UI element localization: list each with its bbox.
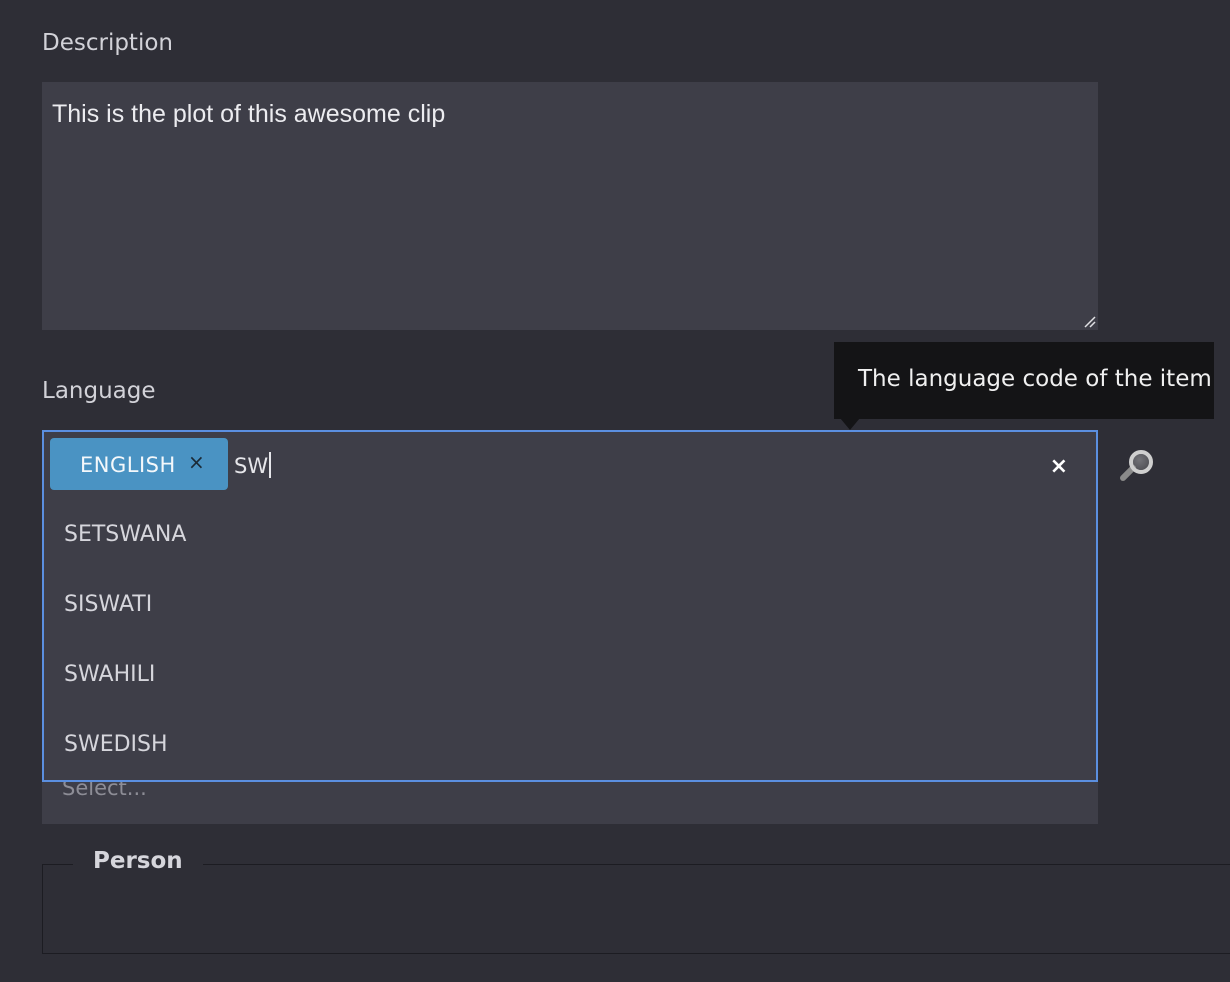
tag-remove-icon[interactable]: ×: [188, 450, 205, 474]
language-select[interactable]: ENGLISH × SW × SETSWANA SISWATI SWAHILI …: [42, 430, 1098, 782]
tag-label: ENGLISH: [80, 453, 176, 477]
description-text: This is the plot of this awesome clip: [52, 100, 446, 128]
option-siswati[interactable]: SISWATI: [44, 572, 1096, 642]
magnifier-icon[interactable]: [1117, 450, 1155, 484]
selected-tag-english: ENGLISH ×: [50, 438, 228, 490]
option-swedish[interactable]: SWEDISH: [44, 712, 1096, 782]
search-input-value: SW: [234, 454, 269, 478]
language-label: Language: [42, 378, 156, 404]
description-label: Description: [42, 30, 173, 56]
tooltip-arrow: [840, 418, 860, 430]
option-setswana[interactable]: SETSWANA: [44, 502, 1096, 572]
option-swahili[interactable]: SWAHILI: [44, 642, 1096, 712]
language-search-input[interactable]: SW: [234, 452, 272, 478]
text-caret: [269, 452, 272, 478]
form-page: Description This is the plot of this awe…: [0, 0, 1230, 982]
description-textarea[interactable]: This is the plot of this awesome clip: [42, 82, 1098, 330]
language-tooltip: The language code of the item: [834, 342, 1214, 419]
person-fieldset: Person: [42, 848, 1230, 954]
resize-grip-icon[interactable]: [1082, 314, 1096, 328]
clear-icon[interactable]: ×: [1050, 454, 1068, 479]
select-control[interactable]: ENGLISH × SW ×: [44, 432, 1096, 502]
select-control-background[interactable]: Select...: [42, 776, 1098, 824]
person-legend: Person: [73, 848, 203, 874]
